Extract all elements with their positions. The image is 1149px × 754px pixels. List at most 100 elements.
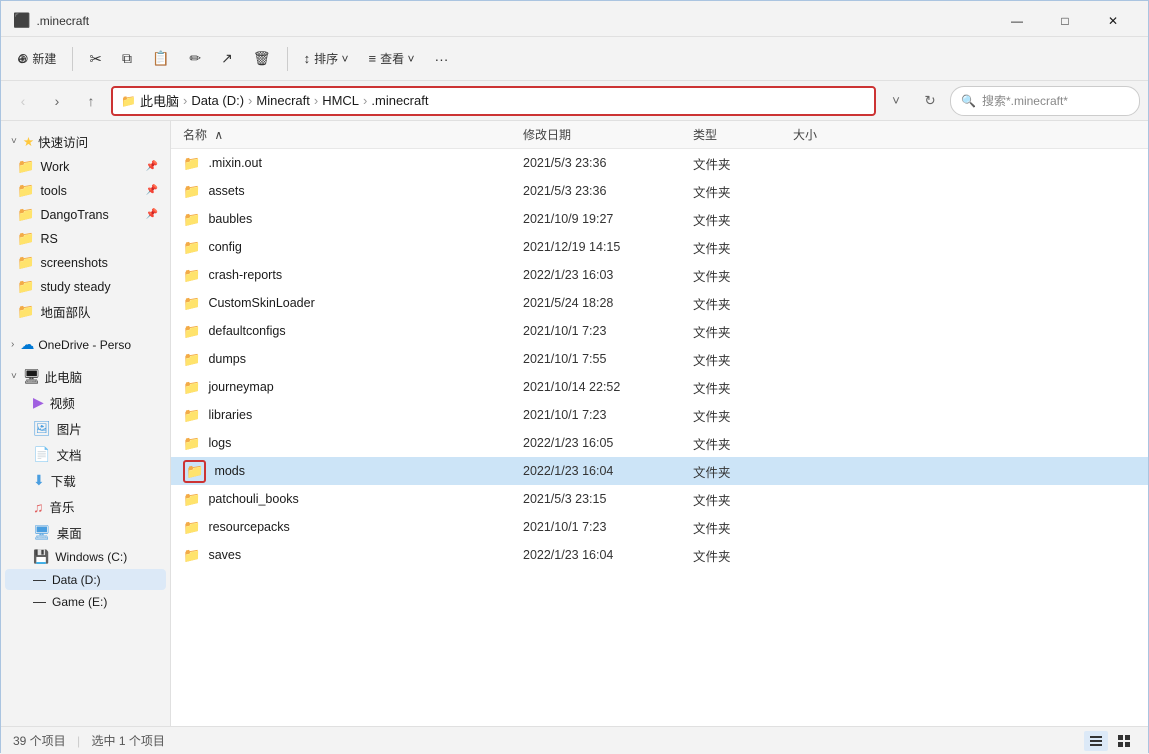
sidebar-item-music[interactable]: ♫ 音乐 (5, 494, 166, 519)
sidebar-item-ground[interactable]: 📁 地面部队 (5, 299, 166, 324)
list-view-button[interactable] (1084, 731, 1108, 751)
pin-icon-tools: 📌 (146, 185, 158, 196)
onedrive-chevron: › (9, 337, 16, 352)
table-row[interactable]: 📁saves2022/1/23 16:04文件夹 (171, 541, 1148, 569)
column-size[interactable]: 大小 (793, 126, 873, 143)
sidebar-item-screenshots[interactable]: 📁 screenshots (5, 251, 166, 274)
drive-c-icon: 💾 (33, 549, 49, 565)
search-box[interactable]: 🔍 搜索*.minecraft* (950, 86, 1140, 116)
breadcrumb-pc[interactable]: 此电脑 (140, 91, 179, 110)
address-dropdown-button[interactable]: ˅ (882, 87, 910, 115)
sidebar-item-pictures[interactable]: 🖼 图片 (5, 416, 166, 441)
breadcrumb-hmcl[interactable]: HMCL (322, 93, 359, 108)
pin-icon-dangotrans: 📌 (146, 209, 158, 220)
column-name[interactable]: 名称 ∧ (183, 126, 523, 143)
column-date[interactable]: 修改日期 (523, 126, 693, 143)
maximize-button[interactable]: □ (1042, 6, 1088, 36)
table-row[interactable]: 📁patchouli_books2021/5/3 23:15文件夹 (171, 485, 1148, 513)
table-row[interactable]: 📁libraries2021/10/1 7:23文件夹 (171, 401, 1148, 429)
share-button[interactable]: ↗ (213, 45, 241, 72)
sidebar-item-drive-e[interactable]: — Game (E:) (5, 591, 166, 612)
pc-icon: 🖥 (23, 368, 41, 385)
sidebar-item-tools[interactable]: 📁 tools 📌 (5, 179, 166, 202)
table-row[interactable]: 📁.mixin.out2021/5/3 23:36文件夹 (171, 149, 1148, 177)
table-row[interactable]: 📁assets2021/5/3 23:36文件夹 (171, 177, 1148, 205)
grid-view-button[interactable] (1112, 731, 1136, 751)
more-button[interactable]: ··· (426, 46, 456, 72)
minimize-button[interactable]: — (994, 6, 1040, 36)
sidebar-item-study[interactable]: 📁 study steady (5, 275, 166, 298)
close-button[interactable]: ✕ (1090, 6, 1136, 36)
table-row[interactable]: 📁baubles2021/10/9 19:27文件夹 (171, 205, 1148, 233)
file-rows-container: 📁.mixin.out2021/5/3 23:36文件夹📁assets2021/… (171, 149, 1148, 569)
table-row[interactable]: 📁dumps2021/10/1 7:55文件夹 (171, 345, 1148, 373)
sidebar-item-drive-d[interactable]: — Data (D:) (5, 569, 166, 590)
search-icon: 🔍 (961, 94, 976, 108)
copy-button[interactable]: ⧉ (114, 45, 140, 72)
folder-icon-rs: 📁 (17, 230, 34, 247)
folder-icon-tools: 📁 (17, 182, 34, 199)
toolbar-separator-1 (72, 47, 73, 71)
folder-icon-saves: 📁 (183, 547, 200, 564)
sidebar-item-docs[interactable]: 📄 文档 (5, 442, 166, 467)
download-icon: ⬇ (33, 472, 45, 489)
table-row[interactable]: 📁crash-reports2022/1/23 16:03文件夹 (171, 261, 1148, 289)
onedrive-section: › ☁ OneDrive - Perso (1, 329, 170, 360)
breadcrumb-dot-minecraft[interactable]: .minecraft (371, 93, 428, 108)
pin-icon-work: 📌 (146, 161, 158, 172)
folder-icon-CustomSkinLoader: 📁 (183, 295, 200, 312)
sidebar-item-video[interactable]: ▶ 视频 (5, 390, 166, 415)
table-row[interactable]: 📁mods2022/1/23 16:04文件夹 (171, 457, 1148, 485)
sidebar-item-work[interactable]: 📁 Work 📌 (5, 155, 166, 178)
window-controls: — □ ✕ (994, 6, 1136, 36)
window-title: ⬛ .minecraft (13, 12, 89, 29)
quick-access-section: ˅ ★ 快速访问 📁 Work 📌 📁 tools 📌 📁 DangoTrans… (1, 125, 170, 329)
cut-icon: ✂ (89, 50, 102, 68)
sort-button[interactable]: ↕ 排序 ˅ (296, 45, 357, 72)
delete-button[interactable]: 🗑 (245, 45, 279, 72)
rename-button[interactable]: ✏ (181, 45, 209, 72)
breadcrumb-data[interactable]: Data (D:) (191, 93, 244, 108)
more-icon: ··· (434, 51, 448, 67)
copy-icon: ⧉ (122, 50, 132, 67)
sidebar-item-desktop[interactable]: 🖥 桌面 (5, 520, 166, 545)
table-row[interactable]: 📁journeymap2021/10/14 22:52文件夹 (171, 373, 1148, 401)
table-row[interactable]: 📁config2021/12/19 14:15文件夹 (171, 233, 1148, 261)
up-button[interactable]: ↑ (77, 87, 105, 115)
sidebar-item-download[interactable]: ⬇ 下载 (5, 468, 166, 493)
cut-button[interactable]: ✂ (81, 45, 110, 73)
address-bar[interactable]: 📁 此电脑 › Data (D:) › Minecraft › HMCL › .… (111, 86, 876, 116)
sidebar-item-dangotrans[interactable]: 📁 DangoTrans 📌 (5, 203, 166, 226)
breadcrumb-minecraft-dir[interactable]: Minecraft (256, 93, 309, 108)
doc-icon: 📄 (33, 446, 50, 463)
folder-icon-journeymap: 📁 (183, 379, 200, 396)
table-row[interactable]: 📁defaultconfigs2021/10/1 7:23文件夹 (171, 317, 1148, 345)
table-row[interactable]: 📁CustomSkinLoader2021/5/24 18:28文件夹 (171, 289, 1148, 317)
forward-button[interactable]: › (43, 87, 71, 115)
view-button[interactable]: ≡ 查看 ˅ (361, 45, 423, 72)
this-pc-header[interactable]: ˅ 🖥 此电脑 (1, 364, 170, 389)
table-row[interactable]: 📁resourcepacks2021/10/1 7:23文件夹 (171, 513, 1148, 541)
folder-icon-baubles: 📁 (183, 211, 200, 228)
sidebar-item-rs[interactable]: 📁 RS (5, 227, 166, 250)
paste-button[interactable]: 📋 (144, 45, 177, 72)
paste-icon: 📋 (152, 50, 169, 67)
folder-icon-crash-reports: 📁 (183, 267, 200, 284)
quick-access-header[interactable]: ˅ ★ 快速访问 (1, 129, 170, 154)
back-button[interactable]: ‹ (9, 87, 37, 115)
sidebar-item-drive-c[interactable]: 💾 Windows (C:) (5, 546, 166, 568)
column-type[interactable]: 类型 (693, 126, 793, 143)
table-row[interactable]: 📁logs2022/1/23 16:05文件夹 (171, 429, 1148, 457)
refresh-button[interactable]: ↻ (916, 87, 944, 115)
new-button[interactable]: ⊕ ⊕ 新建 (9, 45, 64, 72)
music-icon: ♫ (33, 499, 44, 515)
this-pc-label: 此电脑 (45, 367, 83, 386)
rename-icon: ✏ (189, 50, 201, 67)
folder-icon-mods: 📁 (183, 460, 206, 483)
onedrive-header[interactable]: › ☁ OneDrive - Perso (1, 333, 170, 356)
folder-icon-patchouli_books: 📁 (183, 491, 200, 508)
folder-icon-libraries: 📁 (183, 407, 200, 424)
picture-icon: 🖼 (33, 420, 51, 437)
folder-icon-work: 📁 (17, 158, 34, 175)
folder-icon-study: 📁 (17, 278, 34, 295)
